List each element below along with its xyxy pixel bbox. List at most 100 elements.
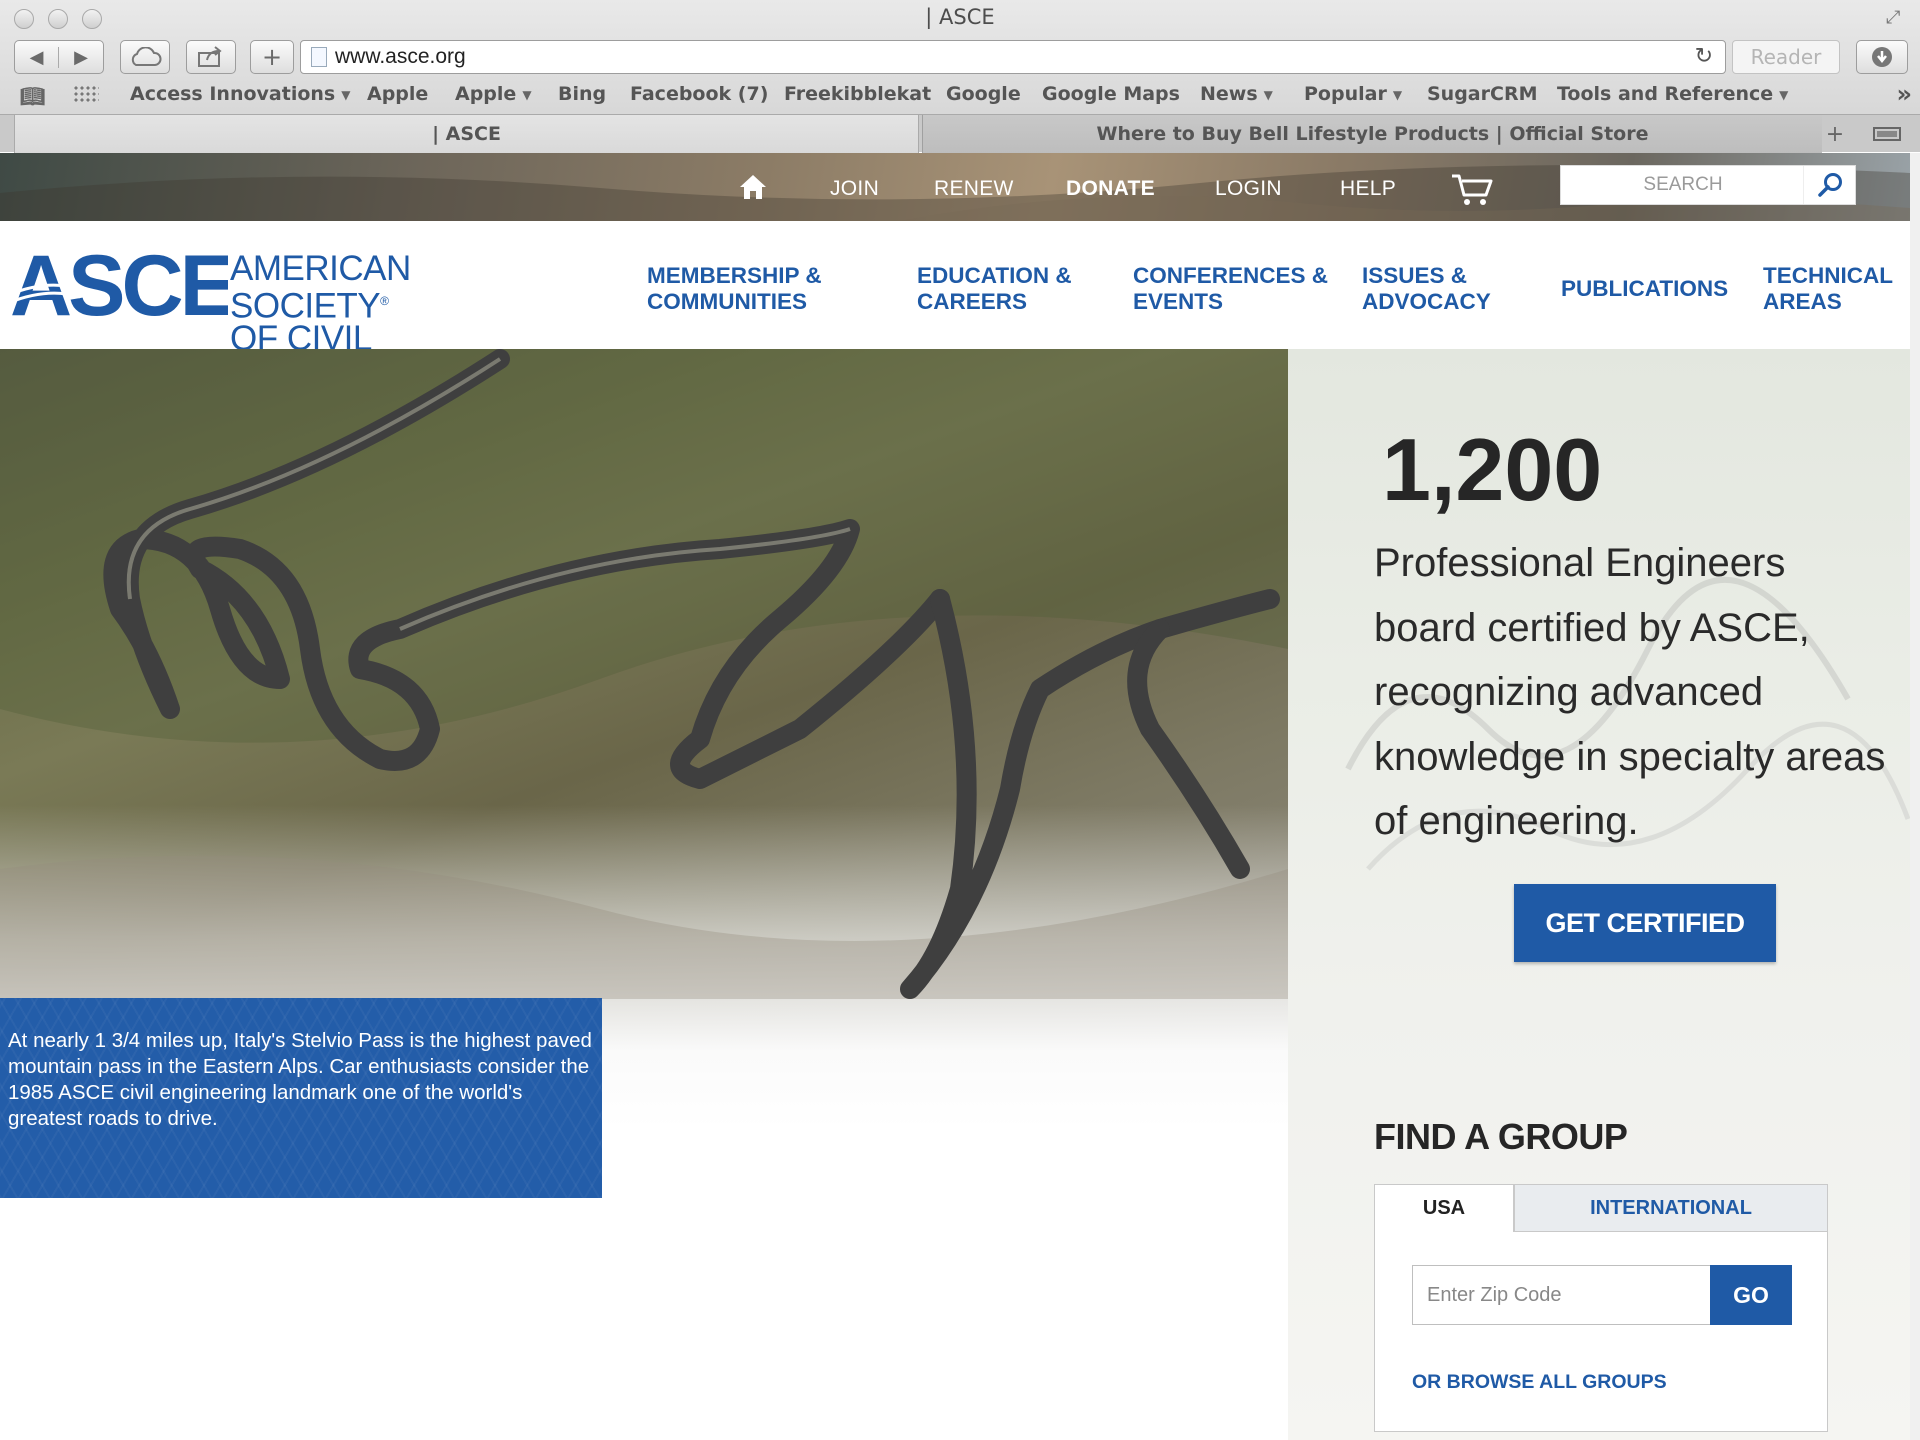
- home-icon[interactable]: [738, 173, 768, 201]
- new-tab-button[interactable]: +: [250, 40, 294, 74]
- nav-line: EVENTS: [1133, 289, 1224, 314]
- bookmark-label: Apple: [367, 83, 429, 105]
- forward-button[interactable]: ▶: [59, 47, 103, 68]
- hero-caption: At nearly 1 3/4 miles up, Italy's Stelvi…: [0, 998, 602, 1198]
- top-sites-grid-icon[interactable]: [73, 85, 99, 103]
- tab-asce[interactable]: | ASCE: [14, 115, 919, 153]
- bookmark-tools-reference[interactable]: Tools and Reference ▼: [1557, 83, 1788, 105]
- asce-wordmark: ASCE: [8, 249, 228, 323]
- share-icon: [198, 46, 222, 67]
- site-header: ASCE AMERICAN SOCIETY® OF CIVIL ENGINEER…: [0, 221, 1910, 388]
- stat-description: Professional Engineers board certified b…: [1374, 541, 1886, 843]
- find-group-title: FIND A GROUP: [1374, 1116, 1628, 1157]
- bookmark-label: Access Innovations: [130, 83, 336, 105]
- bookmark-apple-folder[interactable]: Apple ▼: [455, 83, 532, 105]
- search-input[interactable]: [1561, 166, 1805, 204]
- chevron-down-icon: ▼: [522, 87, 532, 102]
- bookmark-apple[interactable]: Apple: [367, 83, 428, 105]
- nav-line: ISSUES &: [1362, 263, 1468, 288]
- browser-toolbar: ◀ ▶ + www.asce.org ↻ Reader: [0, 36, 1920, 78]
- nav-line: COMMUNITIES: [647, 289, 807, 314]
- bookmark-label: Google Maps: [1042, 83, 1180, 105]
- nav-line: TECHNICAL: [1763, 263, 1893, 288]
- nav-line: CAREERS: [917, 289, 1028, 314]
- chevron-down-icon: ▼: [1779, 87, 1789, 102]
- login-link[interactable]: LOGIN: [1215, 177, 1282, 201]
- renew-link[interactable]: RENEW: [934, 177, 1014, 201]
- logo-registered-mark: ®: [380, 294, 389, 308]
- bookmark-access-innovations[interactable]: Access Innovations ▼: [130, 83, 350, 105]
- get-certified-button[interactable]: GET CERTIFIED: [1514, 884, 1776, 962]
- downloads-button[interactable]: [1856, 40, 1908, 74]
- browse-all-groups-link[interactable]: OR BROWSE ALL GROUPS: [1412, 1371, 1667, 1394]
- site-search: [1560, 165, 1856, 205]
- bookmark-label: Google: [946, 83, 1021, 105]
- tab-international[interactable]: INTERNATIONAL: [1514, 1184, 1828, 1232]
- search-button[interactable]: [1803, 166, 1855, 204]
- bookmark-google[interactable]: Google: [946, 83, 1021, 105]
- bookmark-label: Bing: [558, 83, 607, 105]
- nav-line: MEMBERSHIP &: [647, 263, 822, 288]
- tab-usa[interactable]: USA: [1374, 1184, 1514, 1232]
- nav-line: ADVOCACY: [1362, 289, 1491, 314]
- bookmark-google-maps[interactable]: Google Maps: [1042, 83, 1180, 105]
- bookmarks-bar: 📖︎ Access Innovations ▼ Apple Apple ▼ Bing…: [0, 80, 1920, 110]
- nav-membership-communities[interactable]: MEMBERSHIP & COMMUNITIES: [647, 263, 822, 315]
- reader-button[interactable]: Reader: [1732, 40, 1840, 74]
- back-button[interactable]: ◀: [15, 46, 60, 68]
- bookmark-facebook[interactable]: Facebook (7): [630, 83, 768, 105]
- bookmark-label: Freekibblekat: [784, 83, 932, 105]
- tab-bell-lifestyle[interactable]: Where to Buy Bell Lifestyle Products | O…: [922, 115, 1822, 153]
- stat-number: 1,200: [1382, 420, 1603, 519]
- nav-conferences-events[interactable]: CONFERENCES & EVENTS: [1133, 263, 1328, 315]
- tabs-overview-icon: [1873, 127, 1901, 141]
- donate-link[interactable]: DONATE: [1066, 177, 1155, 201]
- logo-line-1: AMERICAN SOCIETY: [230, 249, 411, 326]
- nav-issues-advocacy[interactable]: ISSUES & ADVOCACY: [1362, 263, 1491, 315]
- new-tab-plus-icon[interactable]: +: [1815, 115, 1855, 153]
- web-page: JOIN RENEW DONATE LOGIN HELP ASCE AMERIC…: [0, 153, 1920, 1440]
- page-icon: [311, 47, 327, 67]
- more-bookmarks-icon[interactable]: »: [1896, 80, 1912, 108]
- reload-icon[interactable]: ↻: [1695, 44, 1713, 69]
- browser-chrome: | ASCE ⤢ ◀ ▶ + www.asce.org ↻ Reader 📖︎ …: [0, 0, 1920, 153]
- share-button[interactable]: [186, 40, 236, 74]
- bookmark-bing[interactable]: Bing: [558, 83, 606, 105]
- bookmark-freekibblekat[interactable]: Freekibblekat: [784, 83, 931, 105]
- fullscreen-icon[interactable]: ⤢: [1886, 7, 1906, 28]
- window-title: | ASCE: [925, 5, 995, 29]
- bookmark-sugarcrm[interactable]: SugarCRM: [1427, 83, 1537, 105]
- bookmark-news[interactable]: News ▼: [1200, 83, 1273, 105]
- address-bar[interactable]: www.asce.org ↻: [300, 40, 1726, 74]
- show-all-tabs-icon[interactable]: [1862, 115, 1912, 153]
- help-link[interactable]: HELP: [1340, 177, 1396, 201]
- tab-bar: | ASCE Where to Buy Bell Lifestyle Produ…: [0, 114, 1920, 153]
- tab-label: | ASCE: [432, 123, 501, 145]
- cloud-icon: [131, 47, 162, 66]
- nav-technical-areas[interactable]: TECHNICAL AREAS: [1763, 263, 1893, 315]
- join-link[interactable]: JOIN: [830, 177, 879, 201]
- icloud-tabs-button[interactable]: [120, 40, 170, 74]
- plus-icon: +: [261, 43, 283, 71]
- cart-icon[interactable]: [1450, 171, 1494, 207]
- window-edge: [1910, 153, 1920, 1440]
- bookmark-popular[interactable]: Popular ▼: [1304, 83, 1402, 105]
- nav-publications[interactable]: PUBLICATIONS: [1561, 276, 1728, 302]
- chevron-down-icon: ▼: [341, 87, 351, 102]
- download-icon: [1872, 47, 1892, 67]
- nav-line: PUBLICATIONS: [1561, 276, 1729, 301]
- bookmark-label: SugarCRM: [1427, 83, 1538, 105]
- search-icon: [1817, 173, 1842, 197]
- bookmark-label: Popular: [1304, 83, 1387, 105]
- title-bar: | ASCE ⤢: [0, 0, 1920, 36]
- asce-logo[interactable]: ASCE AMERICAN SOCIETY® OF CIVIL ENGINEER…: [8, 249, 538, 388]
- tab-label: Where to Buy Bell Lifestyle Products | O…: [1096, 123, 1649, 145]
- bookmarks-book-icon[interactable]: 📖︎: [20, 84, 50, 108]
- go-button[interactable]: GO: [1710, 1265, 1792, 1325]
- utility-nav: JOIN RENEW DONATE LOGIN HELP: [0, 153, 1910, 221]
- nav-education-careers[interactable]: EDUCATION & CAREERS: [917, 263, 1072, 315]
- url-text: www.asce.org: [335, 45, 466, 68]
- zip-code-input[interactable]: [1412, 1265, 1710, 1325]
- bookmark-label: Tools and Reference: [1557, 83, 1774, 105]
- chevron-down-icon: ▼: [1263, 87, 1273, 102]
